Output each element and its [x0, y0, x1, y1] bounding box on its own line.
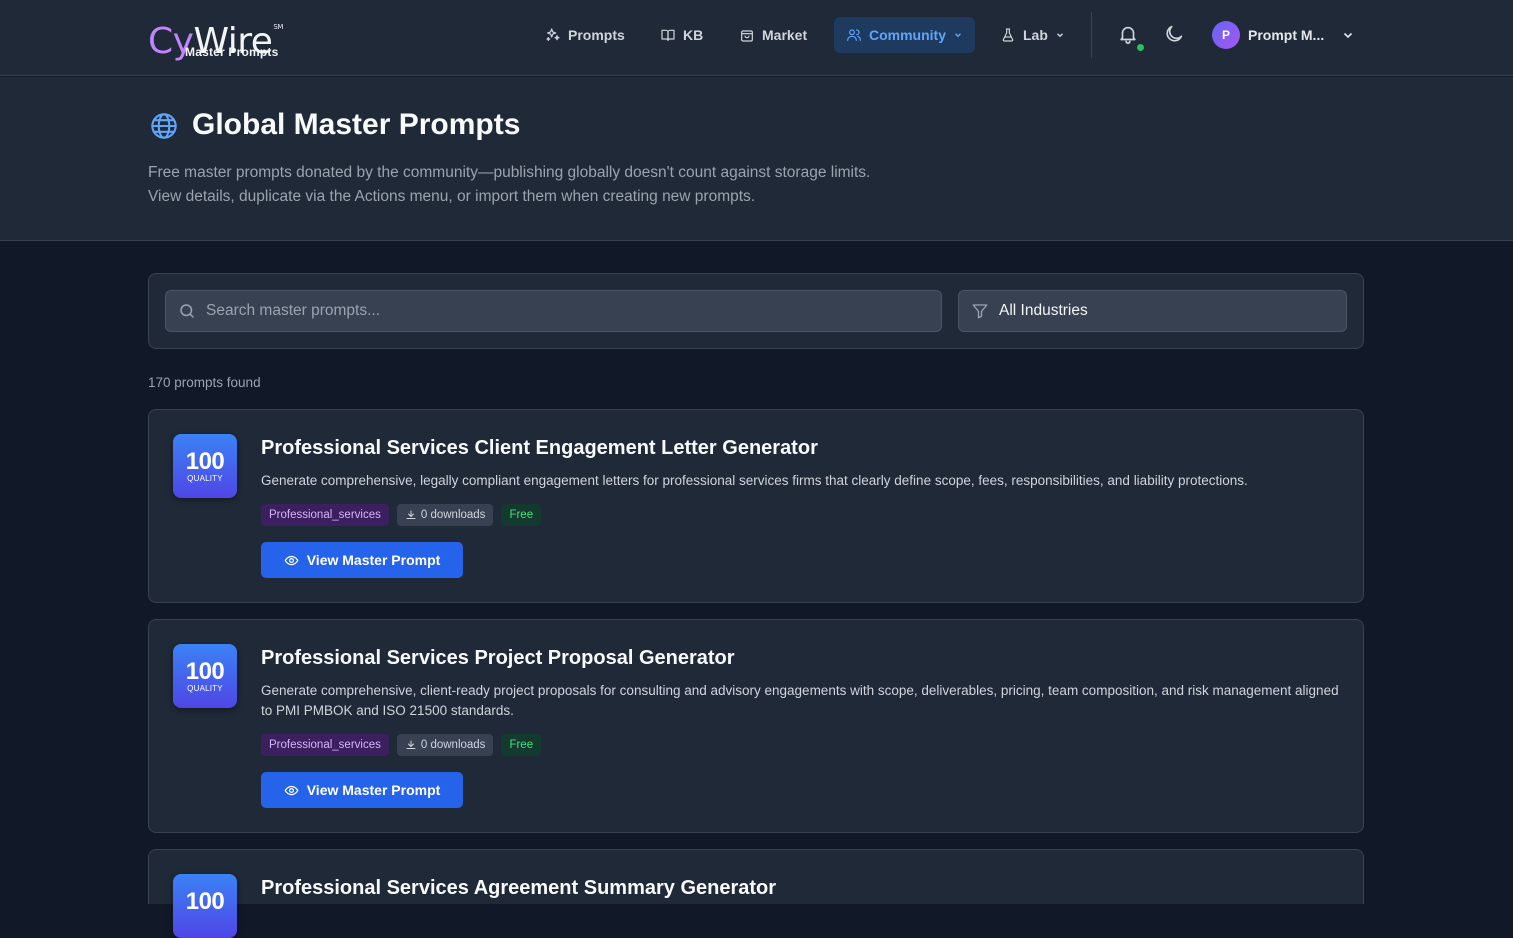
- downloads-tag: 0 downloads: [396, 504, 494, 526]
- prompt-description: Generate comprehensive, legally complian…: [261, 473, 1248, 488]
- quality-score: 100: [185, 658, 225, 685]
- prompt-tags: Professional_services 0 downloads Free: [261, 504, 542, 526]
- nav-prompts-label: Prompts: [568, 27, 625, 43]
- logo-service-mark: SM: [273, 23, 283, 31]
- notifications-button[interactable]: [1116, 22, 1140, 46]
- shopping-bag-icon: [741, 30, 753, 42]
- moon-icon: [1166, 25, 1183, 42]
- chevron-down-icon: [1344, 32, 1353, 39]
- page-header: Global Master Prompts Free master prompt…: [0, 77, 1513, 241]
- filter-icon: [972, 304, 988, 319]
- notification-status-dot: [1136, 43, 1145, 52]
- prompt-title: Professional Services Project Proposal G…: [261, 647, 735, 669]
- globe-icon: [151, 113, 177, 139]
- nav-prompts[interactable]: Prompts: [533, 17, 637, 53]
- quality-score: 100: [185, 448, 225, 475]
- bell-icon: [1120, 26, 1136, 44]
- cywire-logo[interactable]: CyWireSM Master Prompts: [148, 8, 283, 61]
- prompt-title: Professional Services Agreement Summary …: [261, 877, 777, 899]
- prompt-card: 100 QUALITY Professional Services Client…: [148, 409, 1364, 603]
- filter-panel: All Industries: [148, 273, 1364, 349]
- logo-subtitle: Master Prompts: [185, 45, 279, 59]
- book-icon: [661, 29, 675, 41]
- download-icon: [406, 510, 416, 519]
- quality-score-badge: 100 QUALITY: [173, 644, 237, 708]
- page-title: Global Master Prompts: [192, 108, 521, 141]
- sparkles-icon: [546, 28, 560, 41]
- prompt-card: 100 QUALITY Professional Services Projec…: [148, 619, 1364, 833]
- view-master-prompt-button[interactable]: View Master Prompt: [261, 772, 463, 808]
- prompt-tags: Professional_services 0 downloads Free: [261, 734, 542, 756]
- search-box[interactable]: [165, 290, 942, 332]
- chevron-down-icon: [1056, 33, 1063, 38]
- nav-kb[interactable]: KB: [648, 17, 715, 53]
- download-icon: [406, 740, 416, 749]
- quality-score-badge: 100 QUALITY: [173, 434, 237, 498]
- nav-market-label: Market: [762, 27, 808, 43]
- nav-divider: [1091, 12, 1092, 58]
- industry-filter-value: All Industries: [999, 302, 1088, 319]
- quality-score: 100: [185, 888, 225, 915]
- industry-tag: Professional_services: [261, 504, 389, 526]
- view-master-prompt-button[interactable]: View Master Prompt: [261, 542, 463, 578]
- nav-lab-label: Lab: [1023, 27, 1048, 43]
- nav-community[interactable]: Community: [834, 17, 975, 53]
- view-master-prompt-label: View Master Prompt: [306, 782, 441, 798]
- price-tag: Free: [501, 504, 542, 526]
- prompt-description: Generate comprehensive, client-ready pro…: [261, 683, 1339, 718]
- page-description: Free master prompts donated by the commu…: [148, 161, 870, 209]
- eye-icon: [284, 555, 299, 565]
- quality-label: QUALITY: [187, 684, 223, 693]
- chevron-down-icon: [955, 33, 961, 38]
- flask-icon: [1002, 28, 1014, 42]
- quality-score-badge: 100: [173, 874, 237, 938]
- user-menu[interactable]: P Prompt M...: [1212, 21, 1354, 49]
- nav-lab[interactable]: Lab: [988, 17, 1077, 53]
- industry-tag: Professional_services: [261, 734, 389, 756]
- downloads-count: 0 downloads: [420, 739, 486, 751]
- page-description-line-2: View details, duplicate via the Actions …: [148, 188, 756, 205]
- quality-label: QUALITY: [187, 474, 223, 483]
- nav-community-label: Community: [869, 27, 946, 43]
- search-input[interactable]: [206, 302, 906, 320]
- prompt-title: Professional Services Client Engagement …: [261, 437, 818, 459]
- industry-filter-select[interactable]: All Industries: [958, 290, 1347, 332]
- eye-icon: [284, 785, 299, 795]
- nav-market[interactable]: Market: [727, 17, 819, 53]
- page-description-line-1: Free master prompts donated by the commu…: [148, 164, 871, 181]
- top-navbar: CyWireSM Master Prompts Prompts KB Marke…: [0, 0, 1513, 76]
- avatar: P: [1212, 21, 1240, 49]
- downloads-count: 0 downloads: [420, 509, 486, 521]
- results-count: 170 prompts found: [148, 375, 261, 390]
- price-tag: Free: [501, 734, 542, 756]
- prompt-card: 100 Professional Services Agreement Summ…: [148, 849, 1364, 938]
- search-icon: [180, 304, 194, 318]
- user-name: Prompt M...: [1248, 27, 1325, 43]
- downloads-tag: 0 downloads: [396, 734, 494, 756]
- users-icon: [847, 29, 861, 41]
- nav-kb-label: KB: [683, 27, 704, 43]
- view-master-prompt-label: View Master Prompt: [306, 552, 441, 568]
- theme-toggle-button[interactable]: [1162, 22, 1186, 46]
